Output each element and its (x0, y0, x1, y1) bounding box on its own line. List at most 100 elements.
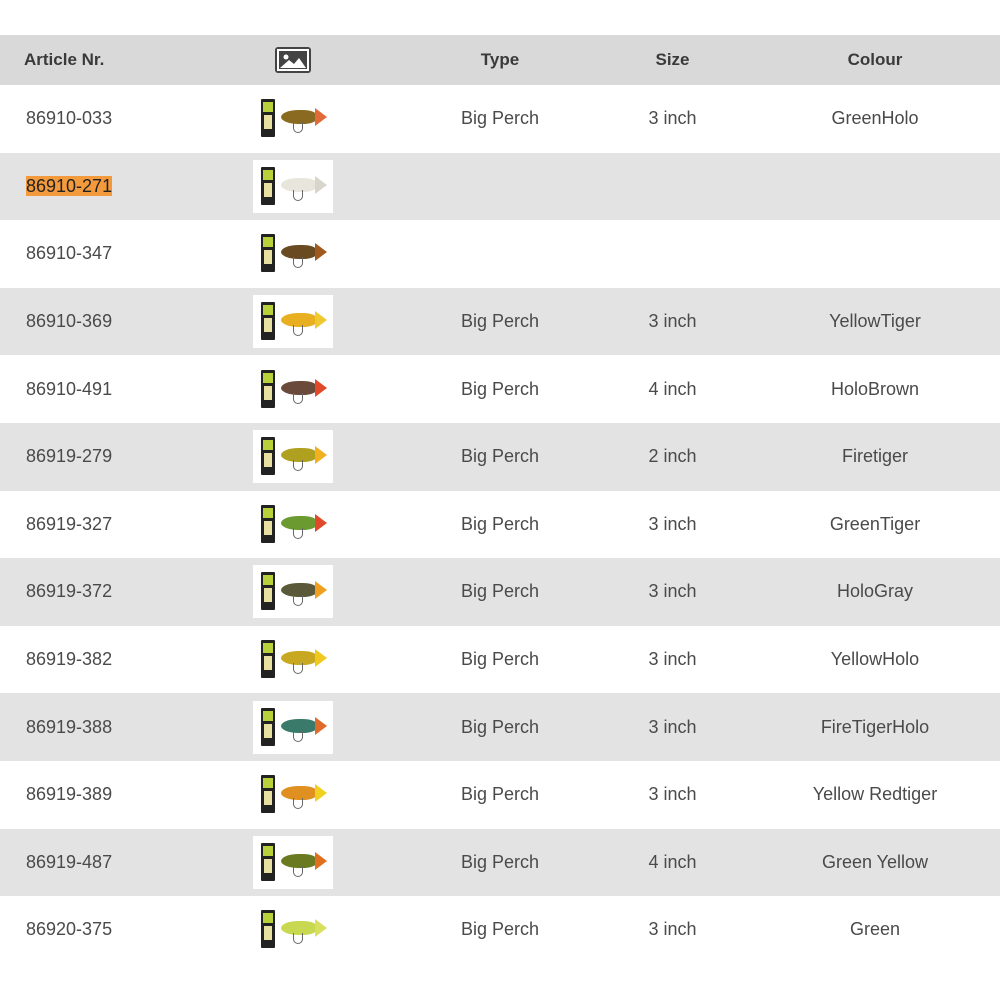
size-cell: 4 inch (648, 378, 697, 399)
size-cell (595, 153, 750, 221)
colour-cell: Green Yellow (821, 851, 929, 872)
product-thumbnail[interactable] (252, 565, 333, 619)
article-number[interactable]: 86910-347 (26, 243, 112, 263)
product-thumbnail[interactable] (252, 700, 333, 754)
size-cell: 4 inch (648, 851, 697, 872)
lure-tail (314, 649, 327, 668)
image-cell (180, 626, 405, 694)
hook-icon (292, 460, 303, 472)
product-thumbnail[interactable] (252, 903, 333, 957)
article-number[interactable]: 86919-279 (26, 446, 112, 466)
size-cell: 3 inch (648, 649, 697, 670)
article-cell: 86919-279 (0, 423, 180, 491)
article-number[interactable]: 86919-487 (26, 852, 112, 872)
size-cell: 3 inch (648, 784, 697, 805)
product-thumbnail[interactable] (252, 92, 333, 146)
article-number[interactable]: 86919-382 (26, 649, 112, 669)
table-row[interactable]: 86910-271 (0, 152, 1000, 221)
colour-cell: Yellow Redtiger (812, 784, 938, 805)
article-number[interactable]: 86919-372 (26, 581, 112, 601)
size-cell: 3 inch (648, 581, 697, 602)
lure-tail (314, 446, 327, 465)
image-cell (180, 220, 405, 288)
product-thumbnail[interactable] (252, 295, 333, 349)
colour-cell (750, 153, 1000, 221)
product-thumbnail[interactable] (252, 159, 333, 213)
hook-icon (292, 257, 303, 269)
type-cell: Big Perch (460, 851, 540, 872)
product-thumbnail[interactable] (252, 227, 333, 281)
image-cell (180, 761, 405, 829)
article-cell: 86919-389 (0, 761, 180, 829)
package-image (260, 572, 275, 611)
product-thumbnail[interactable] (252, 633, 333, 687)
header-colour[interactable]: Colour (750, 35, 1000, 85)
table-row[interactable]: 86919-487 Big Perch 4 inch Green Yellow (0, 828, 1000, 897)
table-row[interactable]: 86910-369 Big Perch 3 inch YellowTiger (0, 287, 1000, 356)
table-header-row: Article Nr. Type Size Colour (0, 35, 1000, 85)
colour-cell: Green (849, 919, 901, 940)
colour-cell: Firetiger (841, 446, 908, 467)
article-number[interactable]: 86919-389 (26, 784, 112, 804)
product-thumbnail[interactable] (252, 768, 333, 822)
table-row[interactable]: 86919-372 Big Perch 3 inch HoloGray (0, 558, 1000, 626)
article-number[interactable]: 86910-369 (26, 311, 112, 331)
package-image (260, 775, 275, 814)
hook-icon (292, 595, 303, 607)
type-cell: Big Perch (460, 919, 540, 940)
lure-tail (314, 716, 327, 735)
type-cell: Big Perch (460, 784, 540, 805)
package-image (260, 99, 275, 138)
type-cell: Big Perch (460, 108, 540, 129)
article-cell: 86919-388 (0, 693, 180, 761)
table-row[interactable]: 86919-388 Big Perch 3 inch FireTigerHolo (0, 693, 1000, 761)
product-thumbnail[interactable] (252, 362, 333, 416)
lure-tail (314, 108, 327, 127)
product-thumbnail[interactable] (252, 835, 333, 889)
size-cell: 3 inch (648, 311, 697, 332)
image-icon (274, 47, 311, 73)
lure-tail (314, 311, 327, 330)
table-row[interactable]: 86910-033 Big Perch 3 inch GreenHolo (0, 85, 1000, 153)
table-row[interactable]: 86919-327 Big Perch 3 inch GreenTiger (0, 490, 1000, 559)
table-row[interactable]: 86910-347 (0, 220, 1000, 288)
hook-icon (292, 392, 303, 404)
product-table: Article Nr. Type Size Colour 86910-033 Bi… (0, 35, 1000, 964)
article-number[interactable]: 86919-327 (26, 514, 112, 534)
image-cell (180, 829, 405, 897)
lure-tail (314, 175, 327, 194)
header-type[interactable]: Type (405, 35, 595, 85)
article-number[interactable]: 86910-491 (26, 379, 112, 399)
header-article[interactable]: Article Nr. (0, 35, 180, 85)
article-number[interactable]: 86919-388 (26, 717, 112, 737)
hook-icon (292, 122, 303, 134)
header-size[interactable]: Size (595, 35, 750, 85)
lure-tail (314, 243, 327, 262)
table-row[interactable]: 86910-491 Big Perch 4 inch HoloBrown (0, 355, 1000, 423)
type-cell (405, 220, 595, 288)
type-cell: Big Perch (460, 446, 540, 467)
table-row[interactable]: 86919-389 Big Perch 3 inch Yellow Redtiger (0, 760, 1000, 829)
article-number[interactable]: 86910-033 (26, 108, 112, 128)
package-image (260, 302, 275, 341)
colour-cell (750, 220, 1000, 288)
article-number[interactable]: 86910-271 (26, 175, 113, 196)
type-cell: Big Perch (460, 311, 540, 332)
product-thumbnail[interactable] (252, 430, 333, 484)
table-row[interactable]: 86919-279 Big Perch 2 inch Firetiger (0, 422, 1000, 491)
colour-cell: GreenHolo (831, 108, 919, 129)
product-thumbnail[interactable] (252, 497, 333, 551)
hook-icon (292, 663, 303, 675)
image-cell (180, 491, 405, 559)
type-cell: Big Perch (460, 581, 540, 602)
package-image (260, 504, 275, 543)
package-image (260, 234, 275, 273)
size-cell: 3 inch (648, 919, 697, 940)
package-image (260, 437, 275, 476)
lure-tail (314, 581, 327, 600)
table-row[interactable]: 86920-375 Big Perch 3 inch Green (0, 896, 1000, 964)
article-number[interactable]: 86920-375 (26, 919, 112, 939)
table-row[interactable]: 86919-382 Big Perch 3 inch YellowHolo (0, 625, 1000, 694)
colour-cell: HoloBrown (830, 378, 920, 399)
article-cell: 86910-491 (0, 355, 180, 423)
